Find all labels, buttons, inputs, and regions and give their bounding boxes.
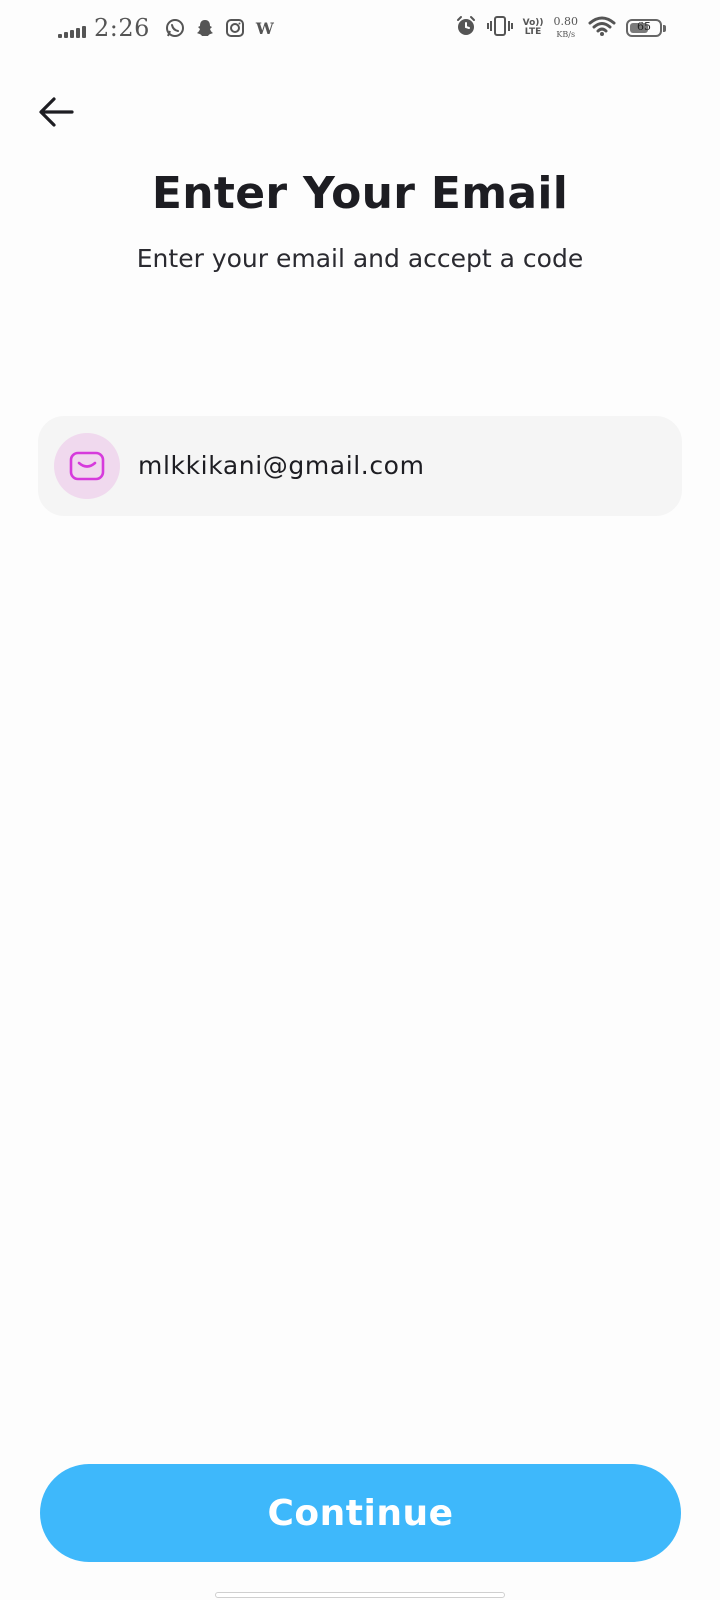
mail-icon bbox=[69, 451, 105, 481]
network-speed-value: 0.80 bbox=[553, 15, 579, 28]
status-time: 2:26 bbox=[94, 14, 150, 42]
page-subtitle: Enter your email and accept a code bbox=[136, 244, 584, 273]
wikipedia-icon: W bbox=[255, 18, 274, 38]
continue-button[interactable]: Continue bbox=[40, 1464, 681, 1562]
whatsapp-icon bbox=[164, 17, 186, 39]
network-speed: 0.80 KB/s bbox=[554, 16, 579, 40]
page-title: Enter Your Email bbox=[151, 168, 569, 219]
email-field[interactable]: mlkkikani@gmail.com bbox=[38, 416, 682, 516]
back-button[interactable] bbox=[34, 90, 78, 134]
status-bar-left: 2:26 W bbox=[58, 12, 276, 44]
battery-level: 65 bbox=[637, 20, 651, 33]
home-indicator[interactable] bbox=[215, 1592, 505, 1598]
snapchat-icon bbox=[194, 17, 216, 39]
instagram-icon bbox=[224, 17, 246, 39]
wifi-icon bbox=[588, 15, 616, 41]
lte-label: LTE bbox=[524, 27, 542, 37]
email-entry-screen: 2:26 W Vo)) LTE 0.80 KB/s 65 Enter Your … bbox=[0, 0, 720, 1600]
arrow-left-icon bbox=[39, 97, 74, 127]
status-bar: 2:26 W Vo)) LTE 0.80 KB/s 65 bbox=[0, 0, 720, 58]
email-input-value[interactable]: mlkkikani@gmail.com bbox=[138, 416, 425, 516]
status-bar-right: Vo)) LTE 0.80 KB/s 65 bbox=[455, 12, 666, 44]
signal-strength-icon bbox=[58, 24, 86, 38]
vibrate-icon bbox=[486, 15, 513, 41]
network-speed-unit: KB/s bbox=[556, 30, 576, 39]
battery-tip bbox=[663, 25, 666, 32]
battery-icon: 65 bbox=[626, 19, 666, 37]
volte-indicator: Vo)) LTE bbox=[523, 19, 544, 37]
email-icon-badge bbox=[54, 433, 120, 499]
alarm-icon bbox=[455, 15, 477, 41]
